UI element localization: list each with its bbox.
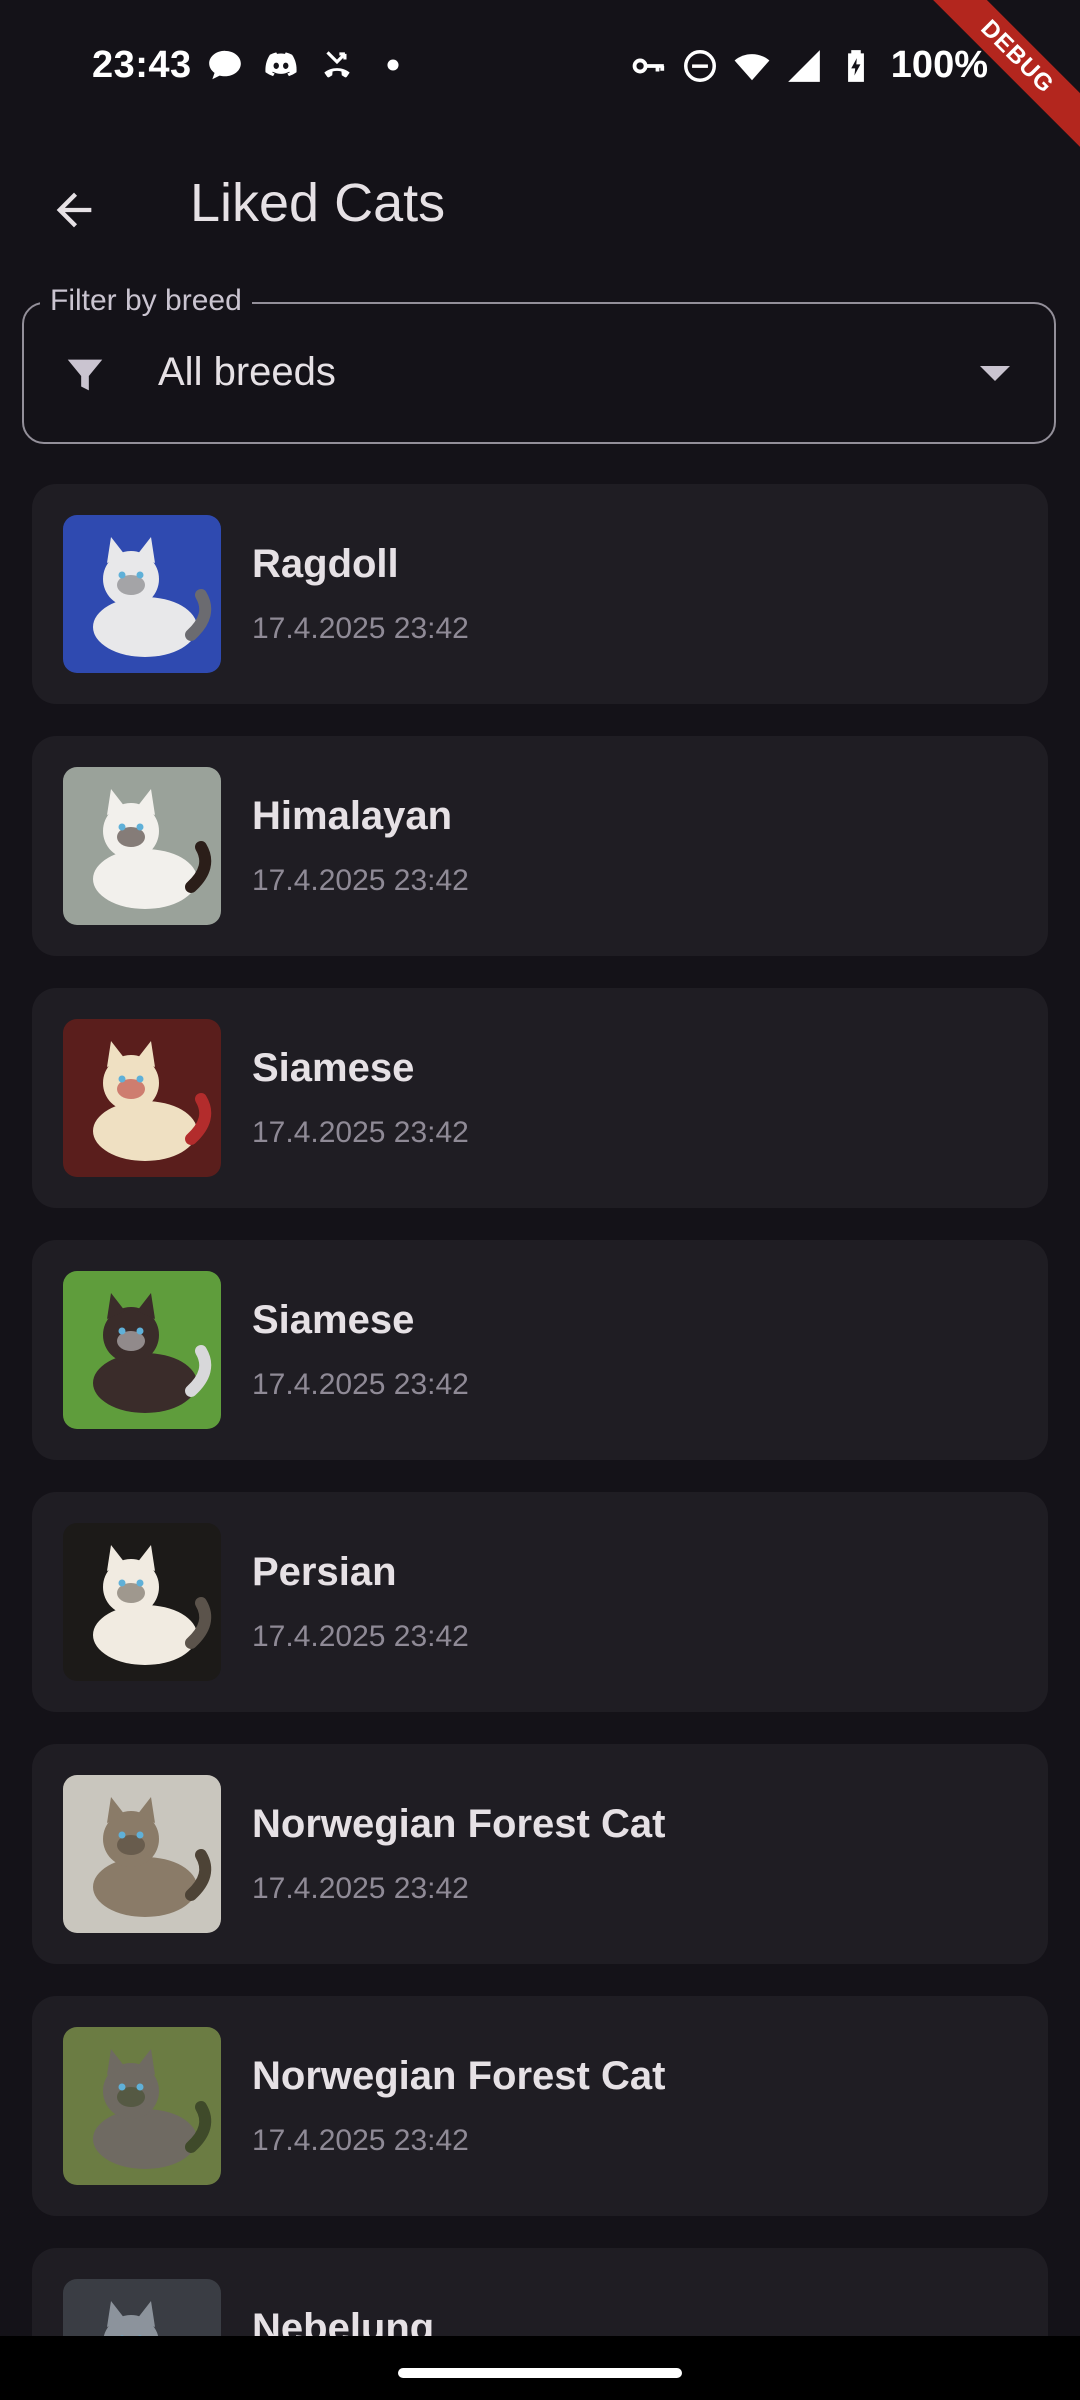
cat-list-item[interactable]: Siamese 17.4.2025 23:42 bbox=[32, 988, 1048, 1208]
cat-breed-name: Persian bbox=[252, 1550, 397, 1594]
cat-photo-image bbox=[63, 1019, 221, 1177]
liked-timestamp: 17.4.2025 23:42 bbox=[252, 1116, 469, 1149]
cat-list-item[interactable]: Nebelung17.4.2025 23:42 bbox=[32, 2248, 1048, 2336]
system-icons: 100% bbox=[629, 44, 988, 87]
cat-photo-image bbox=[63, 1523, 221, 1681]
liked-cats-list[interactable]: Ragdoll 17.4.2025 23:42 Himalayan 17.4.2025… bbox=[32, 484, 1048, 2336]
cat-photo bbox=[63, 1775, 221, 1933]
battery-percent: 100% bbox=[890, 44, 988, 86]
cat-list-item[interactable]: Norwegian Forest Cat 17.4.2025 23:42 bbox=[32, 1996, 1048, 2216]
cat-breed-name: Siamese bbox=[252, 1046, 415, 1090]
cat-breed-name: Nebelung bbox=[252, 2306, 435, 2336]
battery-charging-icon bbox=[847, 49, 864, 82]
cat-photo bbox=[63, 2279, 221, 2336]
home-gesture-handle[interactable] bbox=[398, 2368, 682, 2378]
filter-selected-value: All breeds bbox=[158, 350, 336, 394]
signal-icon bbox=[787, 49, 820, 82]
notification-icons bbox=[206, 46, 412, 84]
do-not-disturb-icon bbox=[683, 49, 716, 82]
cat-list-item[interactable]: Ragdoll 17.4.2025 23:42 bbox=[32, 484, 1048, 704]
cat-breed-name: Siamese bbox=[252, 1298, 415, 1342]
liked-timestamp: 17.4.2025 23:42 bbox=[252, 864, 469, 897]
cat-photo-image bbox=[63, 767, 221, 925]
cat-photo bbox=[63, 1271, 221, 1429]
cat-photo bbox=[63, 1019, 221, 1177]
cat-photo-image bbox=[63, 1271, 221, 1429]
cat-photo bbox=[63, 767, 221, 925]
cat-photo-image bbox=[63, 2279, 221, 2336]
cat-breed-name: Ragdoll bbox=[252, 542, 399, 586]
cat-breed-name: Norwegian Forest Cat bbox=[252, 1802, 666, 1846]
cat-photo-image bbox=[63, 1775, 221, 1933]
dropdown-arrow-icon bbox=[980, 366, 1010, 381]
filter-icon bbox=[67, 359, 103, 391]
page-title: Liked Cats bbox=[190, 173, 446, 233]
wifi-icon bbox=[734, 53, 770, 80]
back-button[interactable] bbox=[38, 174, 110, 246]
cat-list-item[interactable]: Himalayan 17.4.2025 23:42 bbox=[32, 736, 1048, 956]
status-time: 23:43 bbox=[92, 44, 192, 86]
discord-icon bbox=[265, 52, 297, 77]
cat-breed-name: Himalayan bbox=[252, 794, 453, 838]
cat-list-item[interactable]: Norwegian Forest Cat 17.4.2025 23:42 bbox=[32, 1744, 1048, 1964]
chat-bubble-icon bbox=[209, 50, 241, 80]
cat-breed-name: Norwegian Forest Cat bbox=[252, 2054, 666, 2098]
vpn-key-icon bbox=[632, 58, 664, 73]
cat-list-item[interactable]: Siamese 17.4.2025 23:42 bbox=[32, 1240, 1048, 1460]
status-bar: 23:43 100% bbox=[0, 0, 1080, 132]
liked-timestamp: 17.4.2025 23:42 bbox=[252, 1368, 469, 1401]
cat-photo bbox=[63, 515, 221, 673]
liked-timestamp: 17.4.2025 23:42 bbox=[252, 1872, 469, 1905]
dot-icon bbox=[387, 59, 399, 71]
liked-timestamp: 17.4.2025 23:42 bbox=[252, 1620, 469, 1653]
navigation-bar bbox=[0, 2336, 1080, 2400]
cat-photo bbox=[63, 1523, 221, 1681]
cat-photo-image bbox=[63, 2027, 221, 2185]
missed-call-icon bbox=[324, 51, 350, 78]
arrow-back-icon bbox=[56, 192, 92, 228]
cat-photo bbox=[63, 2027, 221, 2185]
breed-filter-dropdown[interactable]: Filter by breed All breeds bbox=[22, 284, 1056, 444]
app-bar: Liked Cats bbox=[0, 132, 1080, 276]
cat-list-item[interactable]: Persian 17.4.2025 23:42 bbox=[32, 1492, 1048, 1712]
filter-label: Filter by breed bbox=[40, 284, 252, 318]
liked-timestamp: 17.4.2025 23:42 bbox=[252, 2124, 469, 2157]
cat-photo-image bbox=[63, 515, 221, 673]
liked-timestamp: 17.4.2025 23:42 bbox=[252, 612, 469, 645]
